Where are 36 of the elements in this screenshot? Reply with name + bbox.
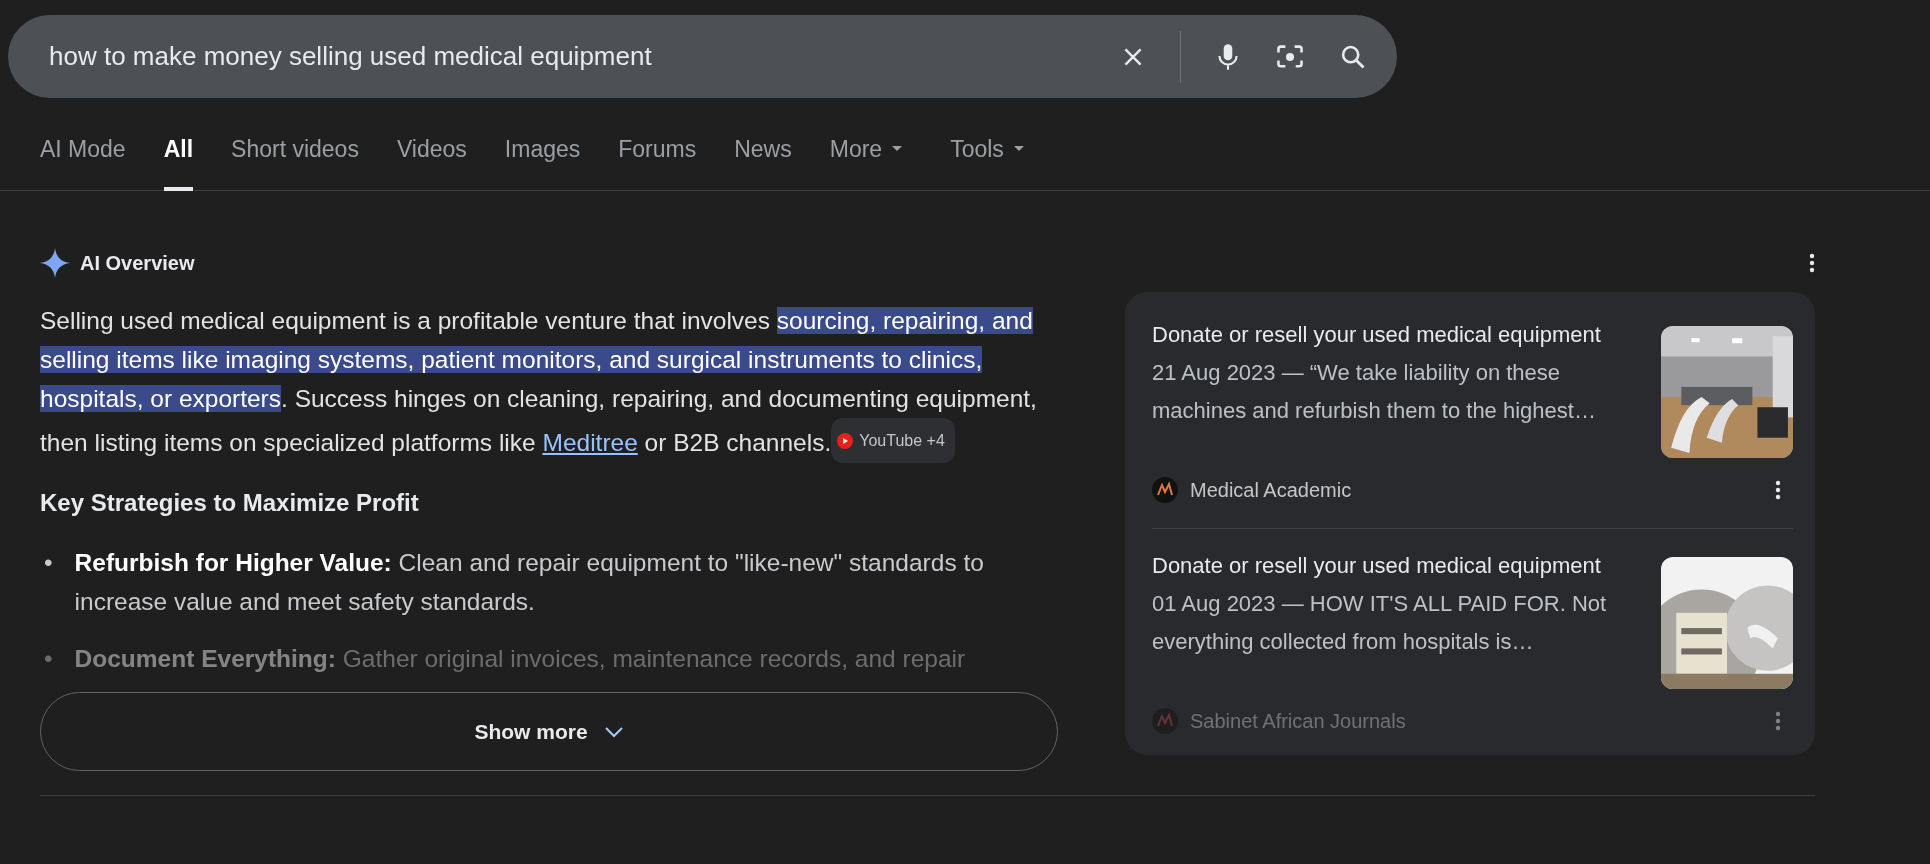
more-options-icon[interactable] [1809, 253, 1815, 273]
search-tab[interactable]: Short videos [231, 136, 359, 191]
result-snippet: 21 Aug 2023 — “We take liability on these machines and refurbish them to the highest… [1152, 359, 1597, 425]
source-chip[interactable]: YouTube +4 [831, 418, 955, 463]
overview-title: AI Overview [80, 251, 195, 275]
search-tab[interactable]: Videos [396, 136, 467, 191]
play-icon [837, 432, 854, 449]
section-heading: Key Strategies to Maximize Profit [40, 489, 420, 517]
microphone-icon[interactable] [1215, 41, 1241, 72]
search-tab[interactable]: All [163, 136, 194, 191]
source-name[interactable]: Medical Academic [1190, 478, 1763, 502]
camera-icon[interactable] [1275, 42, 1305, 71]
more-options-icon[interactable] [1775, 480, 1781, 500]
show-more-button[interactable]: Show more [40, 692, 1058, 771]
search-query[interactable]: how to make money selling used medical equipment [49, 41, 1120, 72]
search-tab[interactable]: AI Mode [40, 136, 126, 191]
search-tab[interactable]: Tools [950, 136, 1024, 191]
caret-icon [1013, 146, 1024, 152]
bullet-text: Document Everything: Gather original invoices, maintenance records, and repair [74, 644, 966, 674]
site-logo-icon [1152, 477, 1178, 503]
search-tab[interactable]: More [829, 136, 903, 191]
search-tab[interactable]: Forums [618, 136, 697, 191]
bullet-text: Refurbish for Higher Value: Clean and repair equipment to "like-new" standards to increase value and meet safety standards. [74, 548, 985, 617]
caret-icon [892, 146, 903, 152]
result-title[interactable]: Donate or resell your used medical equipment [1152, 316, 1632, 354]
sparkle-icon [40, 248, 70, 278]
search-bar[interactable]: how to make money selling used medical equipment [8, 15, 1397, 98]
source-link[interactable]: Meditree [542, 428, 638, 456]
search-tab[interactable]: News [734, 136, 792, 191]
bullet-marker: • [44, 548, 53, 578]
bullet-marker: • [44, 644, 53, 674]
site-logo-icon [1152, 708, 1178, 734]
result-snippet: 01 Aug 2023 — HOW IT'S ALL PAID FOR. Not everything collected from hospitals is… [1152, 590, 1608, 656]
chevron-down-icon [603, 725, 624, 738]
result-title[interactable]: Donate or resell your used medical equipment [1152, 547, 1632, 585]
search-tab[interactable]: Images [504, 136, 581, 191]
